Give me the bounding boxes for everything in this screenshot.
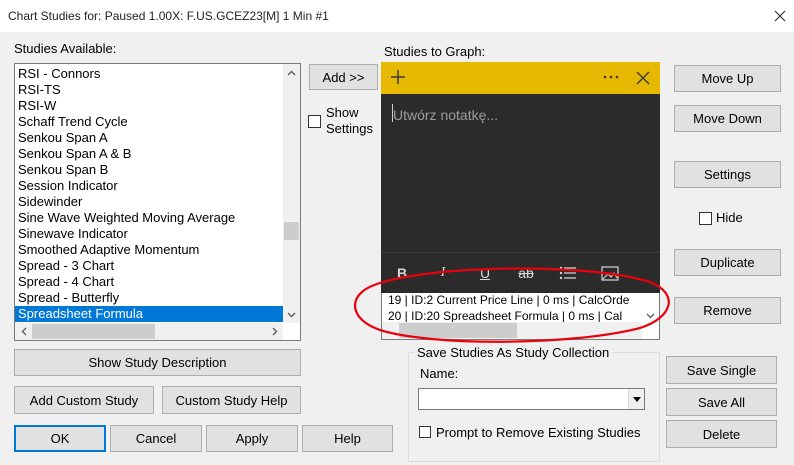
delete-button[interactable]: Delete xyxy=(666,420,777,448)
chevron-right-icon xyxy=(272,327,277,336)
more-icon[interactable] xyxy=(602,70,620,87)
study-list-item[interactable]: Sidewinder xyxy=(15,194,283,210)
dropdown-arrow-icon xyxy=(632,396,641,402)
save-all-button[interactable]: Save All xyxy=(666,388,777,416)
study-list-item[interactable]: Spreadsheet Formula xyxy=(15,306,283,322)
name-dropdown-button[interactable] xyxy=(628,389,644,409)
window-close-button[interactable] xyxy=(768,4,792,28)
scroll-right-arrow[interactable] xyxy=(266,323,283,340)
text-cursor xyxy=(392,104,393,122)
study-list-item[interactable]: Senkou Span A xyxy=(15,130,283,146)
chevron-down-icon xyxy=(287,312,296,317)
custom-study-help-button[interactable]: Custom Study Help xyxy=(162,386,301,414)
chevron-left-icon xyxy=(21,327,26,336)
studies-available-vscrollbar[interactable] xyxy=(283,64,300,323)
study-list-item[interactable]: Sine Wave Weighted Moving Average xyxy=(15,210,283,226)
study-list-item[interactable]: RSI - Connors xyxy=(15,66,283,82)
add-custom-study-button[interactable]: Add Custom Study xyxy=(14,386,154,414)
name-combo[interactable] xyxy=(418,388,645,410)
sticky-divider xyxy=(381,252,660,253)
hscroll-thumb[interactable] xyxy=(32,324,155,339)
study-list-item[interactable]: Senkou Span B xyxy=(15,162,283,178)
apply-button[interactable]: Apply xyxy=(206,425,298,452)
hide-checkbox[interactable] xyxy=(699,212,712,225)
name-label: Name: xyxy=(420,366,459,381)
ok-button[interactable]: OK xyxy=(14,425,106,452)
add-button[interactable]: Add >> xyxy=(309,64,378,90)
study-list-item[interactable]: Smoothed Adaptive Momentum xyxy=(15,242,283,258)
study-list-item[interactable]: Spread - 4 Chart xyxy=(15,274,283,290)
study-list-item[interactable]: Sinewave Indicator xyxy=(15,226,283,242)
study-list-item[interactable]: Session Indicator xyxy=(15,178,283,194)
chevron-up-icon xyxy=(287,70,296,75)
studies-available-hscrollbar[interactable] xyxy=(15,323,283,340)
cancel-button[interactable]: Cancel xyxy=(110,425,202,452)
help-button[interactable]: Help xyxy=(302,425,393,452)
study-list-item[interactable]: Spread - Butterfly xyxy=(15,290,283,306)
show-settings-label: Show Settings xyxy=(326,105,373,136)
annotation-ellipse xyxy=(353,267,670,343)
scroll-left-arrow[interactable] xyxy=(15,323,32,340)
study-list-item[interactable]: Schaff Trend Cycle xyxy=(15,114,283,130)
study-list-item[interactable]: RSI-W xyxy=(15,98,283,114)
show-study-description-button[interactable]: Show Study Description xyxy=(14,349,301,376)
sticky-note-input[interactable]: Utwórz notatkę... xyxy=(393,107,498,123)
close-icon xyxy=(774,10,786,22)
close-icon[interactable] xyxy=(635,70,651,89)
scroll-up-arrow[interactable] xyxy=(283,64,300,81)
prompt-remove-label: Prompt to Remove Existing Studies xyxy=(436,425,641,440)
move-down-button[interactable]: Move Down xyxy=(674,105,781,132)
study-list-item[interactable]: RSI-TS xyxy=(15,82,283,98)
prompt-remove-checkbox[interactable] xyxy=(419,426,431,438)
scroll-down-arrow[interactable] xyxy=(283,306,300,323)
move-up-button[interactable]: Move Up xyxy=(674,65,781,92)
scroll-thumb[interactable] xyxy=(284,222,299,240)
sticky-note[interactable] xyxy=(381,62,660,293)
hide-label: Hide xyxy=(716,210,743,225)
studies-to-graph-label: Studies to Graph: xyxy=(384,44,486,59)
show-settings-checkbox[interactable] xyxy=(308,115,321,128)
study-collection-title: Save Studies As Study Collection xyxy=(414,345,613,360)
studies-available-list[interactable]: RSI - Connors RSI-TS RSI-W Schaff Trend Cyc… xyxy=(14,63,301,341)
duplicate-button[interactable]: Duplicate xyxy=(674,249,781,276)
save-single-button[interactable]: Save Single xyxy=(666,356,777,384)
study-list-item[interactable]: Spread - 3 Chart xyxy=(15,258,283,274)
studies-available-label: Studies Available: xyxy=(14,41,117,56)
plus-icon[interactable] xyxy=(389,68,407,89)
study-list-item[interactable]: Senkou Span A & B xyxy=(15,146,283,162)
remove-button[interactable]: Remove xyxy=(674,297,781,324)
settings-button[interactable]: Settings xyxy=(674,161,781,188)
window-title: Chart Studies for: Paused 1.00X: F.US.GC… xyxy=(8,9,329,23)
